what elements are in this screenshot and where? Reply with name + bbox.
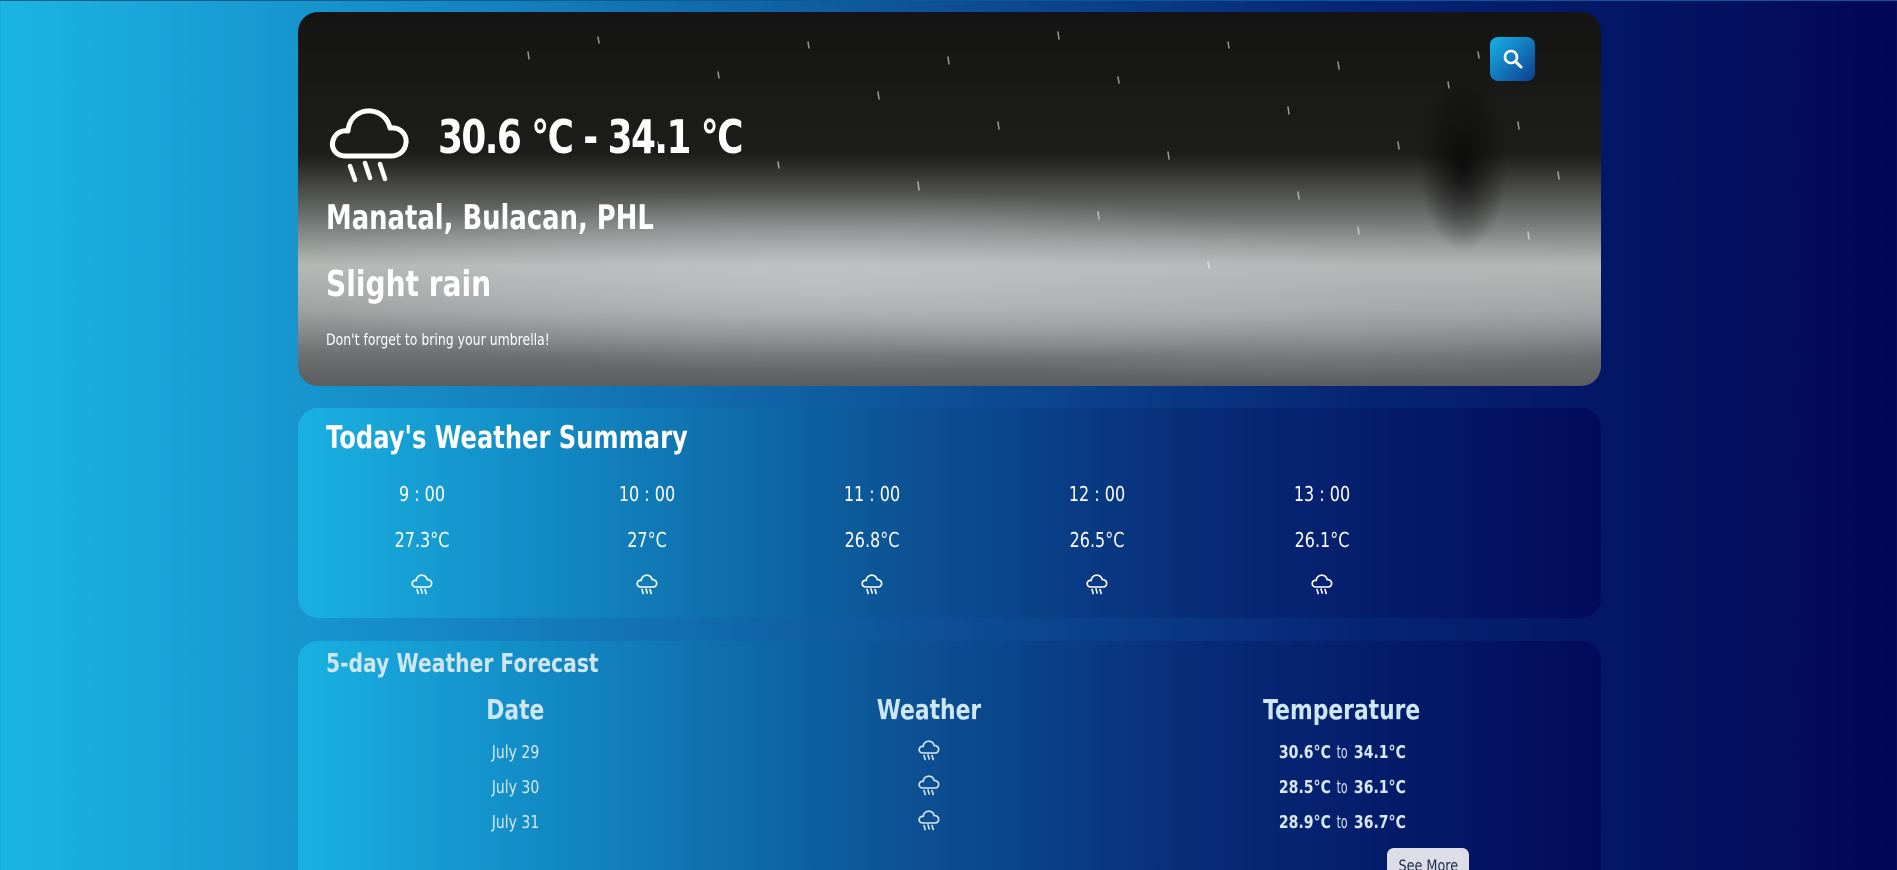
- hour-temperature: 26.1°C: [1294, 528, 1350, 552]
- rain-cloud-icon: [1086, 574, 1108, 595]
- forecast-min-temp: 28.5°C: [1278, 777, 1331, 798]
- hour-temperature: 26.5°C: [1069, 528, 1125, 552]
- forecast-row: July 30 28.5°C to 36.1°C: [298, 771, 1601, 805]
- rain-cloud-icon: [918, 810, 940, 831]
- weather-tip: Don't forget to bring your umbrella!: [326, 330, 550, 349]
- current-weather-card: 30.6 °C - 34.1 °C Manatal, Bulacan, PHL …: [298, 12, 1601, 386]
- forecast-max-temp: 36.7°C: [1353, 812, 1406, 833]
- rain-cloud-icon: [1311, 574, 1333, 595]
- forecast-row: July 29 30.6°C to 34.1°C: [298, 736, 1601, 770]
- hour-time: 13 : 00: [1293, 482, 1351, 506]
- hour-time: 9 : 00: [398, 482, 446, 506]
- see-more-button[interactable]: See More: [1387, 848, 1469, 870]
- top-divider: [0, 0, 1897, 1]
- rain-cloud-icon: [636, 574, 658, 595]
- hour-temperature: 27°C: [627, 528, 667, 552]
- column-header-weather: Weather: [809, 693, 1049, 726]
- weather-condition: Slight rain: [326, 264, 492, 305]
- temperature-range: 30.6 °C - 34.1 °C: [438, 110, 744, 164]
- column-header-temperature: Temperature: [1222, 693, 1462, 726]
- forecast-max-temp: 36.1°C: [1353, 777, 1406, 798]
- today-summary-card: Today's Weather Summary 9 : 00 27.3°C 10…: [298, 408, 1601, 618]
- forecast-min-temp: 28.9°C: [1278, 812, 1331, 833]
- column-header-label: Temperature: [1263, 693, 1421, 726]
- forecast-temperature: 28.9°C to 36.7°C: [1222, 812, 1462, 833]
- column-header-label: Date: [485, 693, 545, 726]
- forecast-date-text: July 31: [491, 812, 539, 833]
- column-header-date: Date: [395, 693, 635, 726]
- summary-title: Today's Weather Summary: [326, 420, 688, 456]
- rain-cloud-icon: [918, 740, 940, 761]
- hour-time: 11 : 00: [843, 482, 901, 506]
- forecast-temp-separator: to: [1336, 777, 1348, 798]
- forecast-date: July 31: [395, 812, 635, 833]
- column-header-label: Weather: [876, 693, 982, 726]
- rain-cloud-icon: [861, 574, 883, 595]
- rain-cloud-icon: [411, 574, 433, 595]
- forecast-date-text: July 30: [491, 777, 539, 798]
- forecast-temp-separator: to: [1336, 812, 1348, 833]
- search-button[interactable]: [1490, 37, 1535, 81]
- rain-cloud-icon: [330, 108, 409, 183]
- forecast-temp-separator: to: [1336, 742, 1348, 763]
- hour-temperature: 27.3°C: [394, 528, 450, 552]
- forecast-date-text: July 29: [491, 742, 539, 763]
- forecast-temperature: 28.5°C to 36.1°C: [1222, 777, 1462, 798]
- hour-time: 10 : 00: [618, 482, 676, 506]
- forecast-min-temp: 30.6°C: [1278, 742, 1331, 763]
- search-icon: [1503, 49, 1522, 69]
- forecast-max-temp: 34.1°C: [1353, 742, 1406, 763]
- forecast-date: July 29: [395, 742, 635, 763]
- hour-time: 12 : 00: [1068, 482, 1126, 506]
- forecast-title: 5-day Weather Forecast: [326, 649, 599, 679]
- forecast-card: 5-day Weather Forecast Date Weather Temp…: [298, 641, 1601, 870]
- forecast-date: July 30: [395, 777, 635, 798]
- forecast-row: July 31 28.9°C to 36.7°C: [298, 806, 1601, 840]
- rain-cloud-icon: [918, 775, 940, 796]
- hour-temperature: 26.8°C: [844, 528, 900, 552]
- location-label: Manatal, Bulacan, PHL: [326, 198, 654, 238]
- see-more-label: See More: [1398, 856, 1458, 870]
- forecast-temperature: 30.6°C to 34.1°C: [1222, 742, 1462, 763]
